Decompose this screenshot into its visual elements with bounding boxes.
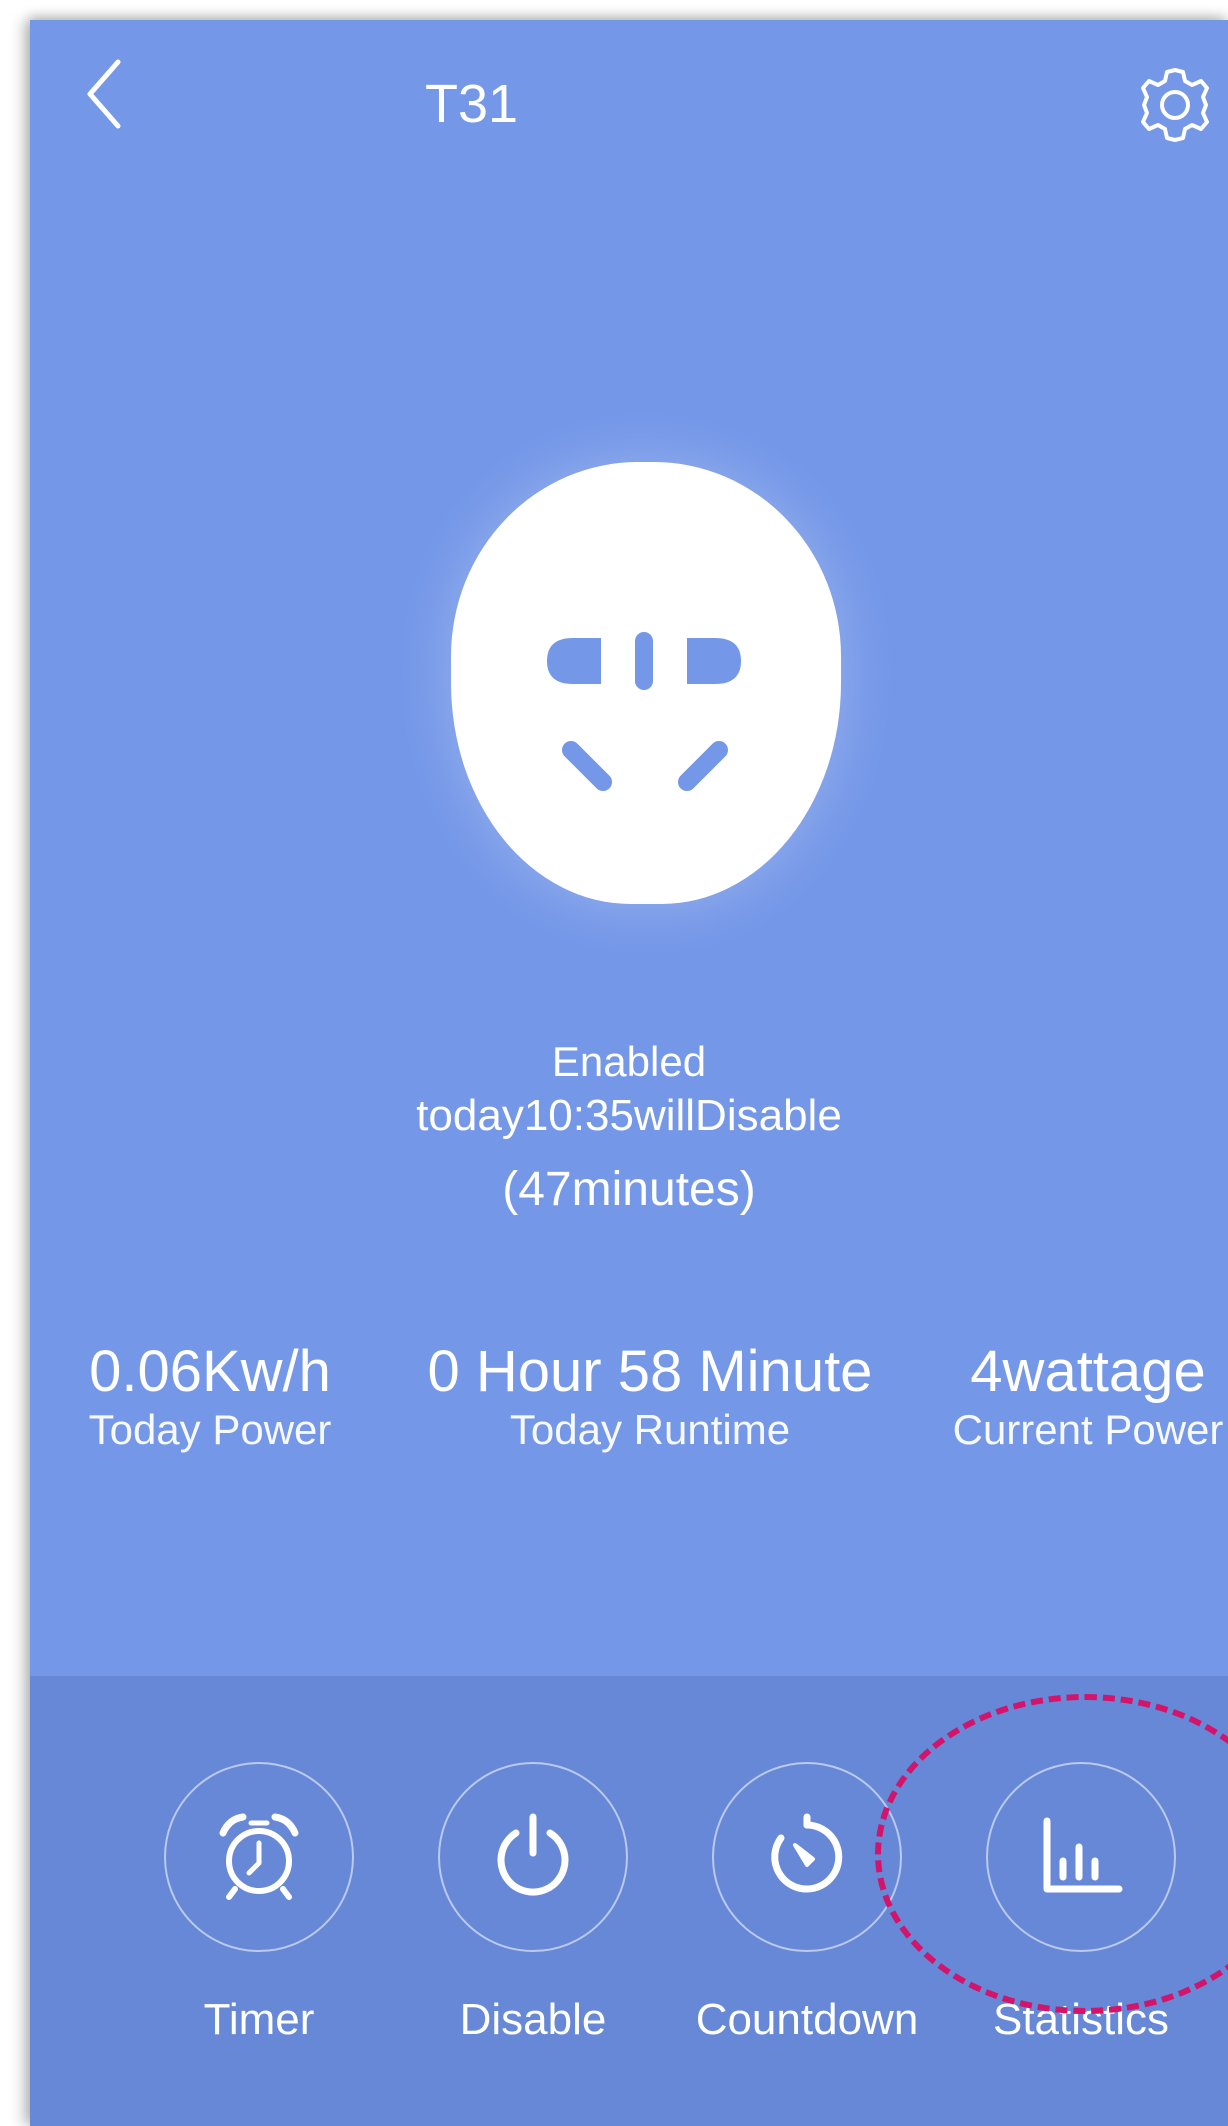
countdown-label: Countdown bbox=[695, 1995, 919, 2044]
status-block: Enabled today10:35willDisable (47minutes… bbox=[30, 1036, 1228, 1218]
countdown-icon bbox=[771, 1813, 843, 1893]
stat-value: 4wattage bbox=[970, 1339, 1206, 1404]
action-circle bbox=[164, 1762, 354, 1952]
statistics-button[interactable]: Statistics bbox=[951, 1762, 1211, 2046]
timer-button[interactable]: Timer bbox=[129, 1762, 389, 2046]
timer-label: Timer bbox=[203, 1995, 315, 2044]
action-circle bbox=[438, 1762, 628, 1952]
stat-label: Today Runtime bbox=[509, 1406, 791, 1453]
power-outlet-icon bbox=[547, 632, 741, 791]
status-schedule: today10:35willDisable bbox=[416, 1091, 842, 1140]
power-icon bbox=[497, 1813, 569, 1896]
bar-chart-icon bbox=[1043, 1817, 1123, 1893]
disable-button[interactable]: Disable bbox=[403, 1762, 663, 2046]
page-title: T31 bbox=[425, 74, 519, 134]
stat-value: 0.06Kw/h bbox=[89, 1339, 331, 1404]
statistics-label: Statistics bbox=[992, 1995, 1170, 2044]
action-bar: Timer Disable Countdown Statistics bbox=[30, 1676, 1228, 2126]
action-circle bbox=[986, 1762, 1176, 1952]
disable-label: Disable bbox=[459, 1995, 607, 2044]
settings-button[interactable] bbox=[1130, 60, 1220, 150]
countdown-button[interactable]: Countdown bbox=[677, 1762, 937, 2046]
stat-value: 0 Hour 58 Minute bbox=[427, 1339, 873, 1404]
stat-current-power: 4wattage Current Power bbox=[923, 1340, 1228, 1456]
device-image bbox=[451, 462, 841, 904]
action-circle bbox=[712, 1762, 902, 1952]
status-state: Enabled bbox=[551, 1038, 707, 1085]
stats-row: 0.06Kw/h Today Power 0 Hour 58 Minute To… bbox=[30, 1340, 1228, 1480]
stat-label: Today Power bbox=[88, 1406, 332, 1453]
status-remaining: (47minutes) bbox=[502, 1163, 756, 1216]
stat-today-power: 0.06Kw/h Today Power bbox=[40, 1340, 380, 1456]
chevron-left-icon bbox=[87, 59, 121, 129]
alarm-clock-icon bbox=[219, 1813, 299, 1900]
gear-icon bbox=[1141, 68, 1209, 142]
stat-today-runtime: 0 Hour 58 Minute Today Runtime bbox=[400, 1340, 900, 1456]
stat-label: Current Power bbox=[952, 1406, 1224, 1453]
back-button[interactable] bbox=[78, 54, 138, 134]
app-screen: T31 Enabled today10:35willDisable (47min… bbox=[30, 20, 1228, 2126]
